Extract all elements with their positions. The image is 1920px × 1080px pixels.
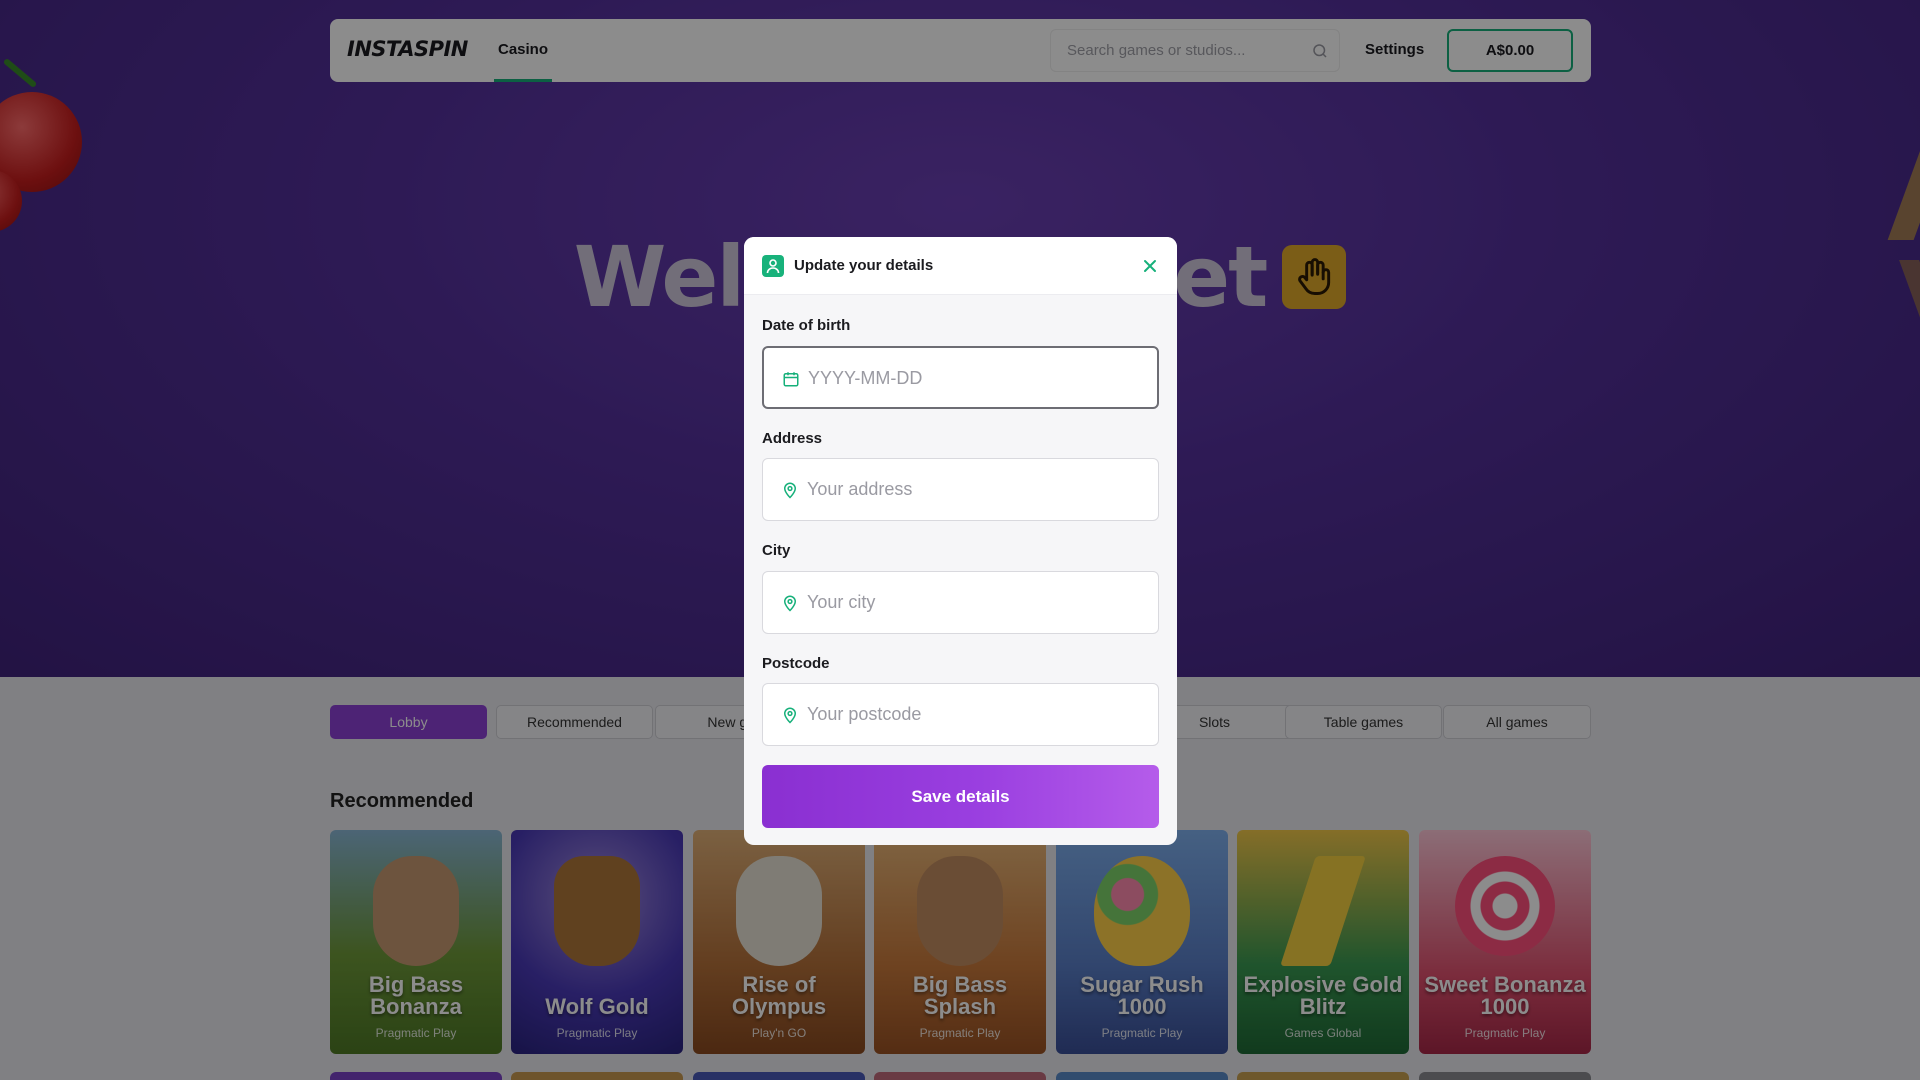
modal-title: Update your details bbox=[794, 257, 934, 274]
user-icon bbox=[762, 255, 784, 277]
address-field bbox=[762, 458, 1159, 521]
postcode-field bbox=[762, 683, 1159, 746]
city-field bbox=[762, 571, 1159, 634]
modal-header: Update your details bbox=[744, 237, 1177, 295]
location-pin-icon bbox=[783, 595, 797, 612]
dob-input[interactable] bbox=[808, 368, 1138, 389]
calendar-icon bbox=[783, 372, 799, 387]
postcode-label: Postcode bbox=[762, 655, 830, 672]
city-input[interactable] bbox=[807, 592, 1137, 613]
postcode-input[interactable] bbox=[807, 704, 1137, 725]
address-label: Address bbox=[762, 430, 823, 447]
save-details-button[interactable]: Save details bbox=[762, 765, 1159, 828]
city-label: City bbox=[762, 542, 791, 559]
location-pin-icon bbox=[783, 482, 797, 499]
location-pin-icon bbox=[783, 707, 797, 724]
close-icon[interactable] bbox=[1141, 257, 1159, 275]
dob-field bbox=[762, 346, 1159, 409]
address-input[interactable] bbox=[807, 479, 1137, 500]
dob-label: Date of birth bbox=[762, 317, 851, 334]
update-details-modal: Update your details Date of birth Addres… bbox=[744, 237, 1177, 845]
